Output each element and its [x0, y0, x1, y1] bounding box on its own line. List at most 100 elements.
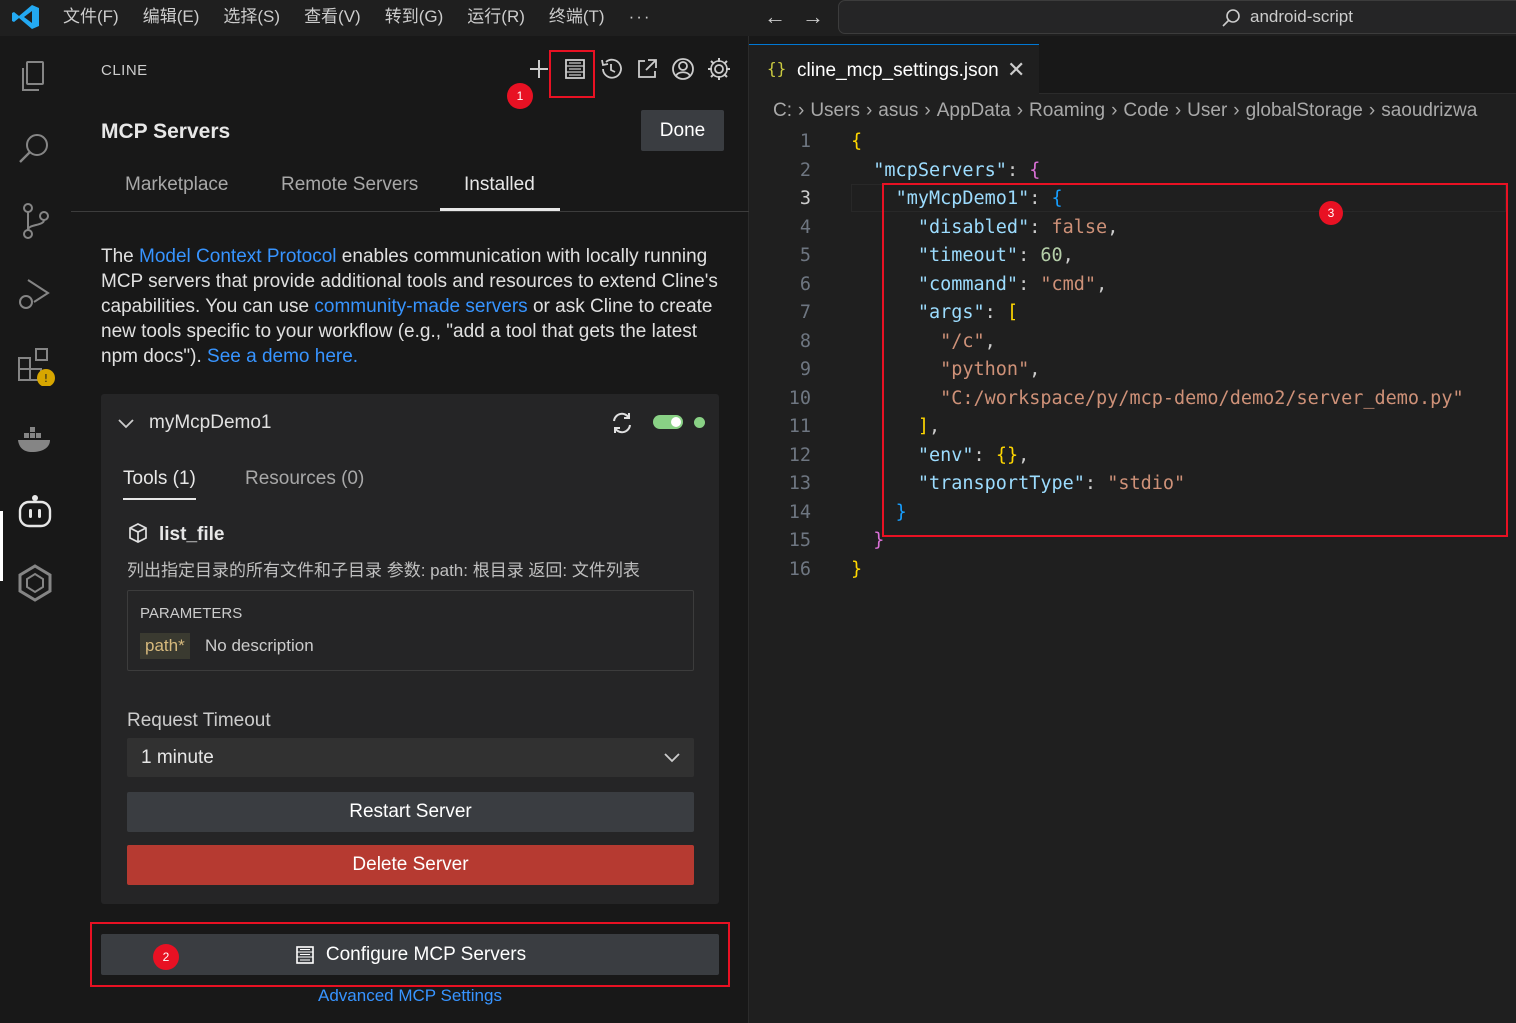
warning-badge-icon: !: [44, 372, 48, 385]
server-enable-toggle[interactable]: [653, 415, 683, 429]
sidebar-title: CLINE: [101, 62, 148, 79]
highlight-box-2: [90, 922, 730, 987]
line-number: 12: [788, 444, 811, 466]
mcp-tabs: Marketplace Remote Servers Installed: [71, 168, 749, 212]
editor-area: {} cline_mcp_settings.json ✕ C: › Users › as…: [749, 36, 1516, 1023]
menu-go[interactable]: 转到(G): [385, 6, 444, 28]
line-number: 8: [799, 330, 811, 352]
popout-icon[interactable]: [629, 54, 665, 84]
settings-gear-icon[interactable]: [701, 54, 737, 84]
line-number: 7: [799, 302, 811, 323]
breadcrumb-item[interactable]: saoudrizwa: [1381, 100, 1477, 121]
request-timeout-select[interactable]: 1 minute: [127, 738, 694, 777]
menu-terminal[interactable]: 终端(T): [549, 6, 605, 28]
chevron-down-icon: [664, 753, 680, 763]
tab-tools[interactable]: Tools (1): [123, 468, 196, 490]
menu-edit[interactable]: 编辑(E): [143, 6, 200, 28]
tab-remote-servers[interactable]: Remote Servers: [281, 174, 418, 196]
menu-view[interactable]: 查看(V): [304, 6, 361, 28]
search-icon: [1222, 9, 1240, 27]
chevron-right-icon: ›: [1174, 100, 1182, 121]
title-bar: 文件(F) 编辑(E) 选择(S) 查看(V) 转到(G) 运行(R) 终端(T…: [0, 0, 1516, 36]
hexagon-extension-icon[interactable]: [14, 562, 56, 604]
request-timeout-value: 1 minute: [141, 747, 214, 768]
line-number: 2: [799, 159, 811, 181]
nav-arrows: ← →: [756, 4, 832, 30]
line-number: 3: [799, 188, 811, 209]
line-number: 13: [788, 473, 811, 494]
editor-tab-bar: {} cline_mcp_settings.json ✕: [749, 36, 1516, 94]
community-servers-link[interactable]: community-made servers: [314, 296, 527, 317]
command-center-search[interactable]: android-script: [838, 0, 1516, 34]
mcp-servers-title: MCP Servers: [101, 120, 231, 143]
badge-1: 1: [507, 83, 533, 109]
tab-installed[interactable]: Installed: [464, 174, 535, 196]
breadcrumb-item[interactable]: globalStorage: [1246, 100, 1363, 121]
chevron-right-icon: ›: [798, 100, 805, 121]
line-number: 15: [788, 530, 811, 551]
close-icon[interactable]: ✕: [1007, 57, 1025, 83]
menu-run[interactable]: 运行(R): [467, 6, 525, 28]
code-line: 16}: [749, 556, 1516, 584]
refresh-icon[interactable]: [609, 410, 635, 436]
code-line: 1{: [749, 128, 1516, 156]
breadcrumb-item[interactable]: C:: [773, 100, 792, 121]
parameters-header: PARAMETERS: [140, 605, 243, 622]
activity-bar: !: [0, 36, 71, 1023]
tab-resources[interactable]: Resources (0): [245, 468, 364, 490]
restart-server-button[interactable]: Restart Server: [127, 792, 694, 832]
request-timeout-label: Request Timeout: [127, 710, 271, 731]
line-number: 16: [788, 558, 811, 580]
menu-more[interactable]: ···: [629, 6, 652, 28]
tool-name: list_file: [159, 524, 225, 545]
chevron-down-icon[interactable]: [115, 412, 137, 434]
command-center-text: android-script: [1250, 7, 1353, 26]
param-description: No description: [205, 636, 314, 655]
breadcrumb-item[interactable]: Roaming: [1029, 100, 1105, 121]
line-number: 1: [799, 131, 811, 152]
model-context-protocol-link[interactable]: Model Context Protocol: [139, 246, 337, 267]
docker-icon[interactable]: [14, 418, 56, 460]
line-number: 11: [788, 416, 811, 437]
breadcrumb-item[interactable]: Users: [810, 100, 860, 121]
delete-server-button[interactable]: Delete Server: [127, 845, 694, 885]
account-icon[interactable]: [665, 54, 701, 84]
history-icon[interactable]: [593, 54, 629, 84]
line-number: 14: [788, 501, 811, 523]
breadcrumb-item[interactable]: AppData: [937, 100, 1011, 121]
breadcrumb-item[interactable]: User: [1187, 100, 1227, 121]
server-status-dot: [694, 417, 705, 428]
advanced-mcp-settings-link[interactable]: Advanced MCP Settings: [71, 986, 749, 1006]
chevron-right-icon: ›: [1368, 100, 1376, 121]
line-number: 6: [799, 273, 811, 295]
code-line: 2 "mcpServers": {: [749, 157, 1516, 185]
tab-marketplace[interactable]: Marketplace: [125, 174, 229, 196]
vscode-logo-icon[interactable]: [12, 4, 40, 30]
intro-text-1: The: [101, 246, 140, 267]
run-debug-icon[interactable]: [14, 272, 56, 314]
breadcrumb: C: › Users › asus › AppData › Roaming › Code › User ›…: [773, 100, 1477, 122]
mcp-intro-text: The Model Context Protocol enables commu…: [101, 244, 721, 369]
forward-arrow-icon[interactable]: →: [794, 4, 832, 30]
highlight-box-3: [882, 183, 1508, 537]
menu-file[interactable]: 文件(F): [63, 6, 119, 28]
menu-selection[interactable]: 选择(S): [223, 6, 280, 28]
back-arrow-icon[interactable]: ←: [756, 4, 794, 30]
menu-bar: 文件(F) 编辑(E) 选择(S) 查看(V) 转到(G) 运行(R) 终端(T…: [63, 6, 676, 28]
cline-sidebar: CLINE 1 MCP Servers Done Marketplace Rem…: [71, 36, 749, 1023]
source-control-icon[interactable]: [14, 200, 56, 242]
editor-tab[interactable]: {} cline_mcp_settings.json ✕: [749, 44, 1039, 94]
extensions-icon[interactable]: !: [14, 344, 56, 387]
explorer-icon[interactable]: [14, 56, 56, 98]
tool-description: 列出指定目录的所有文件和子目录 参数: path: 根目录 返回: 文件列表: [127, 561, 640, 580]
editor-tab-label: cline_mcp_settings.json: [797, 60, 999, 81]
done-button[interactable]: Done: [641, 110, 724, 151]
server-name[interactable]: myMcpDemo1: [149, 412, 271, 434]
breadcrumb-item[interactable]: asus: [878, 100, 918, 121]
parameters-box: PARAMETERS path* No description: [127, 590, 694, 671]
cline-icon[interactable]: [14, 492, 56, 534]
demo-link[interactable]: See a demo here.: [207, 346, 358, 367]
search-view-icon[interactable]: [14, 128, 56, 170]
badge-3: 3: [1319, 201, 1343, 225]
breadcrumb-item[interactable]: Code: [1123, 100, 1168, 121]
